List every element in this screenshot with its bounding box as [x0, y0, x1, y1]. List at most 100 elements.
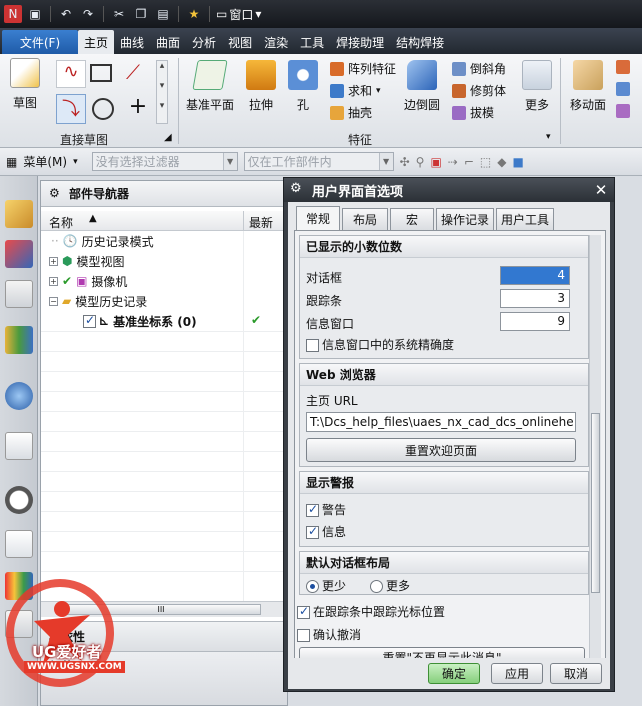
box-select-icon[interactable]: ⬚ [480, 155, 491, 169]
line-icon[interactable]: ⟋ [126, 60, 150, 86]
hole-button[interactable]: 孔 [288, 60, 318, 113]
web-browser-icon[interactable] [5, 432, 33, 460]
tree-row-history-mode[interactable]: ·· 🕓 历史记录模式 [41, 231, 287, 251]
tab-macro[interactable]: 宏 [390, 208, 434, 230]
rectangle-icon[interactable] [90, 64, 112, 82]
draft-button[interactable]: 拔模 [452, 104, 494, 121]
extrude-button[interactable]: 拉伸 [246, 60, 276, 113]
layout-more-radio[interactable] [370, 580, 383, 593]
column-header-name[interactable]: 名称 [49, 214, 73, 231]
group-expand-icon[interactable]: ◢ [164, 132, 172, 143]
tab-general[interactable]: 常规 [296, 206, 340, 230]
offset-face-icon[interactable] [616, 60, 630, 74]
info-checkbox-row[interactable]: 信息 [306, 523, 346, 540]
dialog-decimals-input[interactable]: 4 [500, 266, 570, 285]
tracking-decimals-input[interactable]: 3 [500, 289, 570, 308]
tab-layout[interactable]: 布局 [342, 208, 388, 230]
replace-face-icon[interactable] [616, 82, 630, 96]
system-precision-checkbox-row[interactable]: 信息窗口中的系统精确度 [306, 336, 454, 353]
reuse-library-icon[interactable] [5, 326, 33, 354]
warning-checkbox-row[interactable]: 警告 [306, 501, 346, 518]
pointer-icon[interactable]: ⇢ [448, 155, 458, 169]
expand-icon[interactable]: + [49, 256, 58, 266]
gear-icon[interactable]: ⚙ [290, 181, 302, 196]
edge-blend-button[interactable]: 边倒圆 [404, 60, 440, 113]
profile-icon[interactable]: ∿ [56, 60, 86, 88]
more-button[interactable]: 更多 [522, 60, 552, 113]
delete-face-icon[interactable] [616, 104, 630, 118]
layout-more-radio-row[interactable]: 更多 [370, 577, 410, 594]
move-face-button[interactable]: 移动面 [570, 60, 606, 113]
tab-weld-assistant[interactable]: 焊接助理 [330, 30, 390, 54]
close-icon[interactable]: ✕ [592, 181, 610, 199]
tree-row-datum-csys[interactable]: ⊾ 基准坐标系 (0) ✔ [41, 311, 287, 331]
app-logo-icon[interactable]: N [4, 5, 22, 23]
column-header-latest[interactable]: 最新 [249, 214, 273, 231]
expand-icon[interactable]: + [49, 276, 58, 286]
info-checkbox[interactable] [306, 524, 319, 539]
cube-icon[interactable]: ■ [513, 155, 524, 169]
chamfer-button[interactable]: 倒斜角 [452, 60, 506, 77]
ok-button[interactable]: 确定 [428, 663, 480, 684]
track-cursor-checkbox[interactable] [297, 604, 310, 619]
type-filter-select[interactable]: 没有选择过滤器 ▼ [91, 152, 238, 171]
file-menu-button[interactable]: 文件(F) [2, 30, 78, 54]
copy-icon[interactable]: ❐ [132, 5, 150, 23]
system-precision-checkbox[interactable] [306, 339, 319, 352]
history-clock-icon[interactable] [5, 486, 33, 514]
snap-point-icon[interactable]: ✣ [400, 155, 410, 169]
warning-checkbox[interactable] [306, 502, 319, 517]
collapse-icon[interactable]: − [49, 296, 58, 306]
selection-scope-select[interactable]: 仅在工作部件内 ▼ [243, 152, 394, 171]
unite-button[interactable]: 求和 ▾ [330, 82, 381, 99]
visibility-checkbox[interactable] [83, 313, 96, 328]
tab-tools[interactable]: 工具 [294, 30, 330, 54]
confirm-undo-checkbox-row[interactable]: 确认撤消 [297, 626, 361, 643]
tree-row-model-views[interactable]: + ⬢ 模型视图 [41, 251, 287, 271]
tab-user-tools[interactable]: 用户工具 [496, 208, 554, 230]
menu-grid-icon[interactable]: ▦ [6, 155, 17, 169]
tab-journal[interactable]: 操作记录 [436, 208, 494, 230]
constraint-navigator-icon[interactable] [5, 280, 33, 308]
snap-end-icon[interactable]: ⌐ [464, 155, 474, 169]
save-icon[interactable]: ▣ [26, 5, 44, 23]
arc-icon[interactable]: ⤵ [56, 94, 86, 124]
cancel-button[interactable]: 取消 [550, 663, 602, 684]
tab-curve[interactable]: 曲线 [114, 30, 150, 54]
cut-icon[interactable]: ✂ [110, 5, 128, 23]
tab-surface[interactable]: 曲面 [150, 30, 186, 54]
vertical-scrollbar[interactable] [589, 235, 601, 681]
tree-row-model-history[interactable]: − ▰ 模型历史记录 [41, 291, 287, 311]
tab-analysis[interactable]: 分析 [186, 30, 222, 54]
scroll-thumb[interactable] [591, 413, 600, 593]
sketch-gallery-scroll[interactable]: ▴ ▾ ▾ [156, 60, 168, 124]
tab-home[interactable]: 主页 [78, 30, 115, 54]
layout-less-radio-row[interactable]: 更少 [306, 577, 346, 594]
undo-icon[interactable]: ↶ [57, 5, 75, 23]
sketch-button[interactable]: 草图 [10, 58, 40, 111]
paste-icon[interactable]: ▤ [154, 5, 172, 23]
part-navigator-icon[interactable] [5, 200, 33, 228]
trim-body-button[interactable]: 修剪体 [452, 82, 506, 99]
shaded-icon[interactable]: ◆ [497, 155, 506, 169]
layout-less-radio[interactable] [306, 580, 319, 593]
info-window-decimals-input[interactable]: 9 [500, 312, 570, 331]
datum-plane-button[interactable]: 基准平面 [186, 60, 234, 113]
pattern-feature-button[interactable]: 阵列特征 [330, 60, 396, 77]
filter-icon[interactable]: ⚲ [416, 155, 425, 169]
tab-render[interactable]: 渲染 [258, 30, 294, 54]
confirm-undo-checkbox[interactable] [297, 629, 310, 642]
apply-button[interactable]: 应用 [491, 663, 543, 684]
hd3d-tools-icon[interactable] [5, 382, 33, 410]
track-cursor-checkbox-row[interactable]: 在跟踪条中跟踪光标位置 [297, 603, 445, 620]
redo-icon[interactable]: ↷ [79, 5, 97, 23]
reset-welcome-page-button[interactable]: 重置欢迎页面 [306, 438, 576, 462]
star-icon[interactable]: ★ [185, 5, 203, 23]
shell-button[interactable]: 抽壳 [330, 104, 372, 121]
window-menu-button[interactable]: ▭ 窗口 ▾ [216, 6, 261, 23]
tree-row-cameras[interactable]: + ✔ ▣ 摄像机 [41, 271, 287, 291]
gear-icon[interactable]: ⚙ [49, 186, 60, 200]
select-mode-icon[interactable]: ▣ [430, 155, 441, 169]
point-icon[interactable]: + [126, 94, 150, 120]
home-url-input[interactable]: T:\Dcs_help_files\uaes_nx_cad_dcs_online… [306, 412, 576, 432]
